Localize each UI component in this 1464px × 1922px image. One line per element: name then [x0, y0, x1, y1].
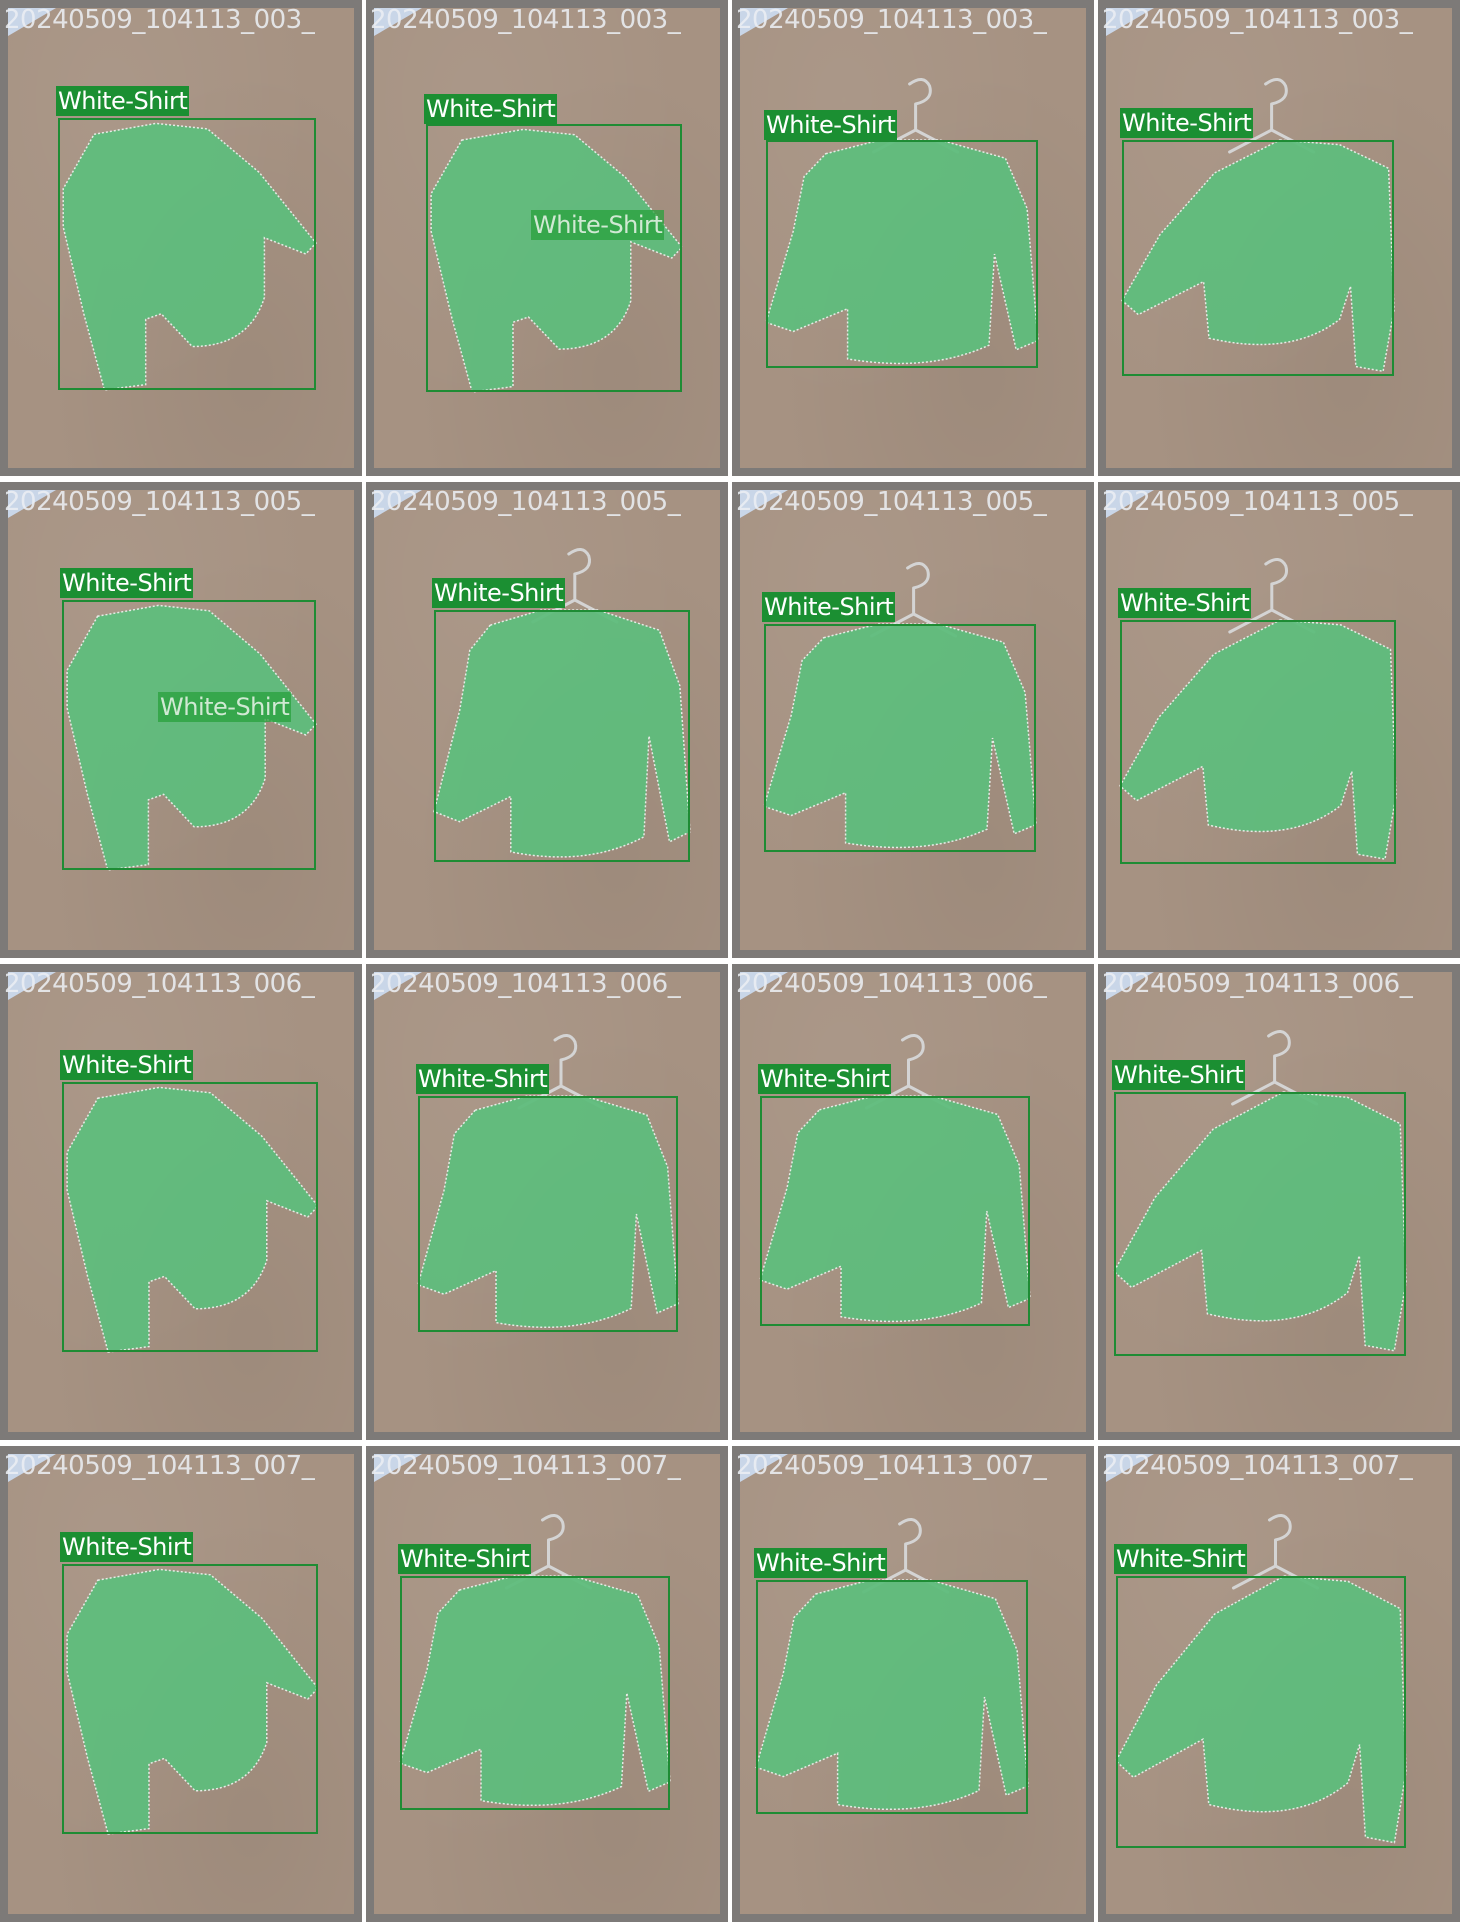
image-tile: White-Shirt 20240509_104113_006_ — [1098, 964, 1460, 1440]
image-tile: White-Shirt 20240509_104113_007_ — [732, 1446, 1094, 1922]
image-filename: 20240509_104113_007_ — [4, 1451, 315, 1481]
image-tile: White-Shirt 20240509_104113_005_ — [366, 482, 728, 958]
bounding-box — [418, 1096, 678, 1332]
class-label: White-Shirt — [1114, 1544, 1248, 1574]
bounding-box — [764, 624, 1036, 852]
class-label: White-Shirt — [1120, 108, 1254, 138]
class-label: White-Shirt — [416, 1064, 550, 1094]
class-label: White-Shirt — [56, 86, 190, 116]
image-filename: 20240509_104113_005_ — [736, 487, 1047, 517]
bounding-box — [62, 600, 316, 870]
bounding-box — [756, 1580, 1028, 1814]
class-label: White-Shirt — [1112, 1060, 1246, 1090]
bounding-box — [400, 1576, 670, 1810]
image-tile: White-Shirt 20240509_104113_003_ — [1098, 0, 1460, 476]
image-filename: 20240509_104113_006_ — [370, 969, 681, 999]
bounding-box — [434, 610, 690, 862]
image-filename: 20240509_104113_006_ — [4, 969, 315, 999]
class-label: White-Shirt — [764, 110, 898, 140]
class-label: White-Shirt — [754, 1548, 888, 1578]
image-filename: 20240509_104113_007_ — [370, 1451, 681, 1481]
image-tile: White-Shirt 20240509_104113_007_ — [0, 1446, 362, 1922]
image-tile: White-Shirt 20240509_104113_006_ — [732, 964, 1094, 1440]
image-mosaic: White-Shirt 20240509_104113_003_ White-Shi… — [0, 0, 1464, 1922]
class-label: White-Shirt — [531, 210, 665, 240]
bounding-box — [760, 1096, 1030, 1326]
bounding-box — [1116, 1576, 1406, 1848]
image-tile: White-Shirt White-Shirt 20240509_104113_00… — [366, 0, 728, 476]
image-filename: 20240509_104113_006_ — [1102, 969, 1413, 999]
class-label: White-Shirt — [432, 578, 566, 608]
bounding-box — [1114, 1092, 1406, 1356]
image-filename: 20240509_104113_006_ — [736, 969, 1047, 999]
bounding-box — [426, 124, 682, 392]
image-filename: 20240509_104113_003_ — [1102, 5, 1413, 35]
bounding-box — [62, 1082, 318, 1352]
image-tile: White-Shirt White-Shirt 20240509_104113_00… — [0, 482, 362, 958]
image-tile: White-Shirt 20240509_104113_005_ — [1098, 482, 1460, 958]
image-tile: White-Shirt 20240509_104113_007_ — [366, 1446, 728, 1922]
image-filename: 20240509_104113_003_ — [736, 5, 1047, 35]
class-label: White-Shirt — [398, 1544, 532, 1574]
class-label: White-Shirt — [158, 692, 292, 722]
class-label: White-Shirt — [424, 94, 558, 124]
class-label: White-Shirt — [60, 1532, 194, 1562]
image-tile: White-Shirt 20240509_104113_006_ — [366, 964, 728, 1440]
image-filename: 20240509_104113_005_ — [4, 487, 315, 517]
image-tile: White-Shirt 20240509_104113_005_ — [732, 482, 1094, 958]
bounding-box — [62, 1564, 318, 1834]
bounding-box — [1120, 620, 1396, 864]
bounding-box — [766, 140, 1038, 368]
image-filename: 20240509_104113_007_ — [1102, 1451, 1413, 1481]
class-label: White-Shirt — [758, 1064, 892, 1094]
class-label: White-Shirt — [1118, 588, 1252, 618]
bounding-box — [1122, 140, 1394, 376]
bounding-box — [58, 118, 316, 390]
image-filename: 20240509_104113_007_ — [736, 1451, 1047, 1481]
class-label: White-Shirt — [60, 568, 194, 598]
image-filename: 20240509_104113_003_ — [370, 5, 681, 35]
image-tile: White-Shirt 20240509_104113_003_ — [732, 0, 1094, 476]
image-tile: White-Shirt 20240509_104113_006_ — [0, 964, 362, 1440]
class-label: White-Shirt — [762, 592, 896, 622]
image-tile: White-Shirt 20240509_104113_007_ — [1098, 1446, 1460, 1922]
class-label: White-Shirt — [60, 1050, 194, 1080]
image-filename: 20240509_104113_003_ — [4, 5, 315, 35]
image-tile: White-Shirt 20240509_104113_003_ — [0, 0, 362, 476]
image-filename: 20240509_104113_005_ — [370, 487, 681, 517]
image-filename: 20240509_104113_005_ — [1102, 487, 1413, 517]
